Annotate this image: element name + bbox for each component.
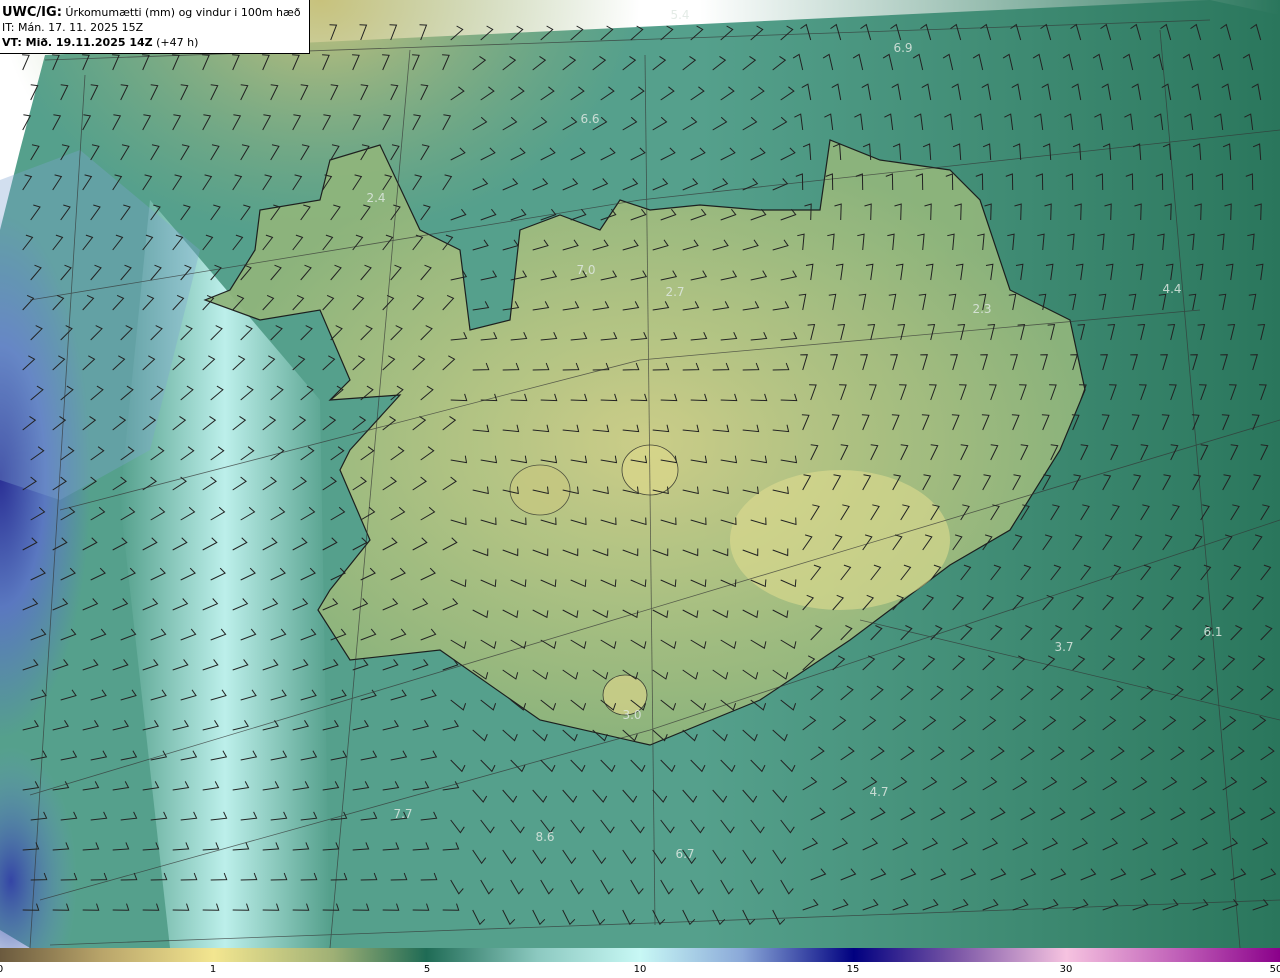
colorbar-tick-label: 5 (423, 964, 431, 975)
colorbar-tick-label: 50 (1269, 964, 1280, 975)
value-label: 4.7 (869, 785, 888, 799)
value-label: 6.7 (675, 847, 694, 861)
value-label: 2.4 (366, 191, 385, 205)
value-label: 4.4 (1162, 282, 1181, 296)
initial-time: IT: Mán. 17. 11. 2025 15Z (2, 21, 144, 34)
colorbar-tick-label: 15 (846, 964, 860, 975)
value-label: 3.7 (1054, 640, 1073, 654)
colorbar-tick-label: 10 (633, 964, 647, 975)
precipitation-wind-map: 5.4 6.9 6.6 2.4 7.0 2.7 2.3 4.4 3.0 3.7 6.1 4.7 7.7 8… (0, 0, 1280, 948)
forecast-offset: (+47 h) (156, 36, 199, 49)
value-label: 5.4 (670, 8, 689, 22)
value-label: 6.9 (893, 41, 912, 55)
value-label: 7.0 (576, 263, 595, 277)
colorbar-tick-label: 1 (209, 964, 217, 975)
valid-time: VT: Mið. 19.11.2025 14Z (2, 36, 153, 49)
value-label: 2.3 (972, 302, 991, 316)
value-label: 6.1 (1203, 625, 1222, 639)
value-label: 7.7 (393, 807, 412, 821)
value-label: 3.0 (622, 708, 641, 722)
colorbar-tick-label: 30 (1059, 964, 1073, 975)
model-name: UWC/IG: (2, 5, 62, 20)
product-title: Úrkomumætti (mm) og vindur i 100m hæð (65, 6, 301, 19)
colorbar-ticks: 01510153050 (0, 962, 1280, 978)
map-info-box: UWC/IG: Úrkomumætti (mm) og vindur i 100… (0, 0, 310, 54)
colorbar-tick-label: 0 (0, 964, 3, 975)
value-label: 2.7 (665, 285, 684, 299)
value-label: 8.6 (535, 830, 554, 844)
value-label: 6.6 (580, 112, 599, 126)
colorbar (0, 948, 1280, 962)
